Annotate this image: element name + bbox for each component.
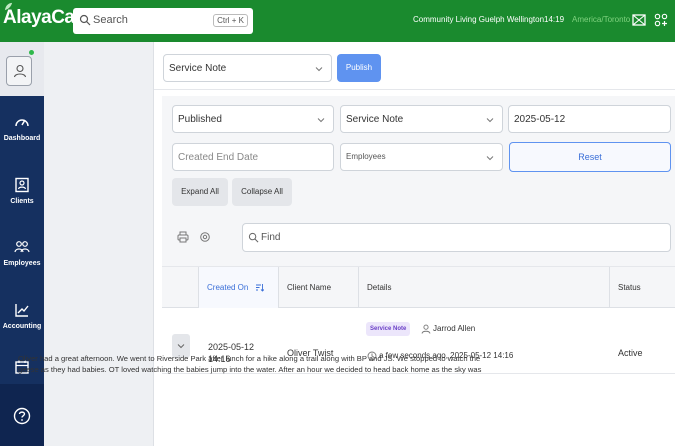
timezone: America/Toronto [572, 15, 631, 24]
settings-icon[interactable] [199, 231, 211, 243]
nav-help[interactable] [0, 384, 44, 446]
nav-employees[interactable]: Employees [0, 239, 44, 295]
current-time: 14:19 [544, 15, 565, 24]
narrative-line: geese as they had babies. OT loved watch… [18, 365, 482, 374]
note-type-badge: Service Note [366, 322, 411, 336]
column-label: Status [618, 283, 641, 292]
collapse-all-button[interactable]: Collapse All [232, 178, 292, 206]
chevron-down-icon [177, 344, 185, 349]
column-label: Client Name [287, 283, 332, 292]
note-toolbar: Service Note Publish [154, 42, 675, 90]
nav-clients[interactable]: Clients [0, 177, 44, 233]
search-shortcut: Ctrl + K [213, 14, 248, 27]
chevron-down-icon [486, 156, 494, 161]
status-filter-select[interactable]: Published [172, 105, 334, 133]
sort-desc-icon [255, 284, 264, 293]
chevron-down-icon [315, 67, 323, 72]
column-created-on[interactable]: Created On [199, 267, 279, 309]
employees-filter-placeholder: Employees [346, 152, 386, 161]
expand-column-header [162, 267, 199, 309]
logo-leaf-icon [4, 2, 13, 11]
filter-panel: Published Service Note 2025-05-12 Create… [162, 96, 675, 266]
column-label: Created On [207, 283, 249, 292]
created-end-date-input[interactable]: Created End Date [172, 143, 334, 171]
nav-label: Clients [10, 198, 34, 205]
secondary-panel [44, 42, 154, 446]
nav-label: Dashboard [3, 135, 41, 142]
table-header: Created On Client Name Details Status [162, 266, 675, 309]
narrative-line: Oliver had a great afternoon. We went to… [18, 354, 481, 363]
note-type-filter-value: Service Note [346, 114, 404, 125]
help-icon [13, 407, 31, 425]
column-client-name[interactable]: Client Name [279, 267, 359, 309]
note-status: Active [618, 348, 643, 358]
search-icon [79, 14, 91, 26]
chevron-down-icon [486, 118, 494, 123]
employees-icon [14, 241, 30, 253]
user-icon [13, 64, 27, 78]
avatar[interactable] [6, 56, 32, 86]
created-start-date-input[interactable]: 2025-05-12 [508, 105, 671, 133]
top-bar: AlayaCare Search Ctrl + K Community Livi… [0, 0, 675, 42]
print-icon[interactable] [177, 231, 189, 243]
note-type-value: Service Note [169, 63, 227, 74]
user-icon [421, 324, 431, 334]
main-content: Service Note Publish Published Service N… [154, 42, 675, 446]
expand-all-button[interactable]: Expand All [172, 178, 228, 206]
created-end-date-placeholder: Created End Date [178, 152, 259, 163]
side-navigation: Dashboard Clients Employees Accounting [0, 42, 44, 446]
mail-icon[interactable] [632, 13, 646, 27]
column-status[interactable]: Status [610, 267, 675, 309]
created-start-date-value: 2025-05-12 [514, 114, 566, 125]
column-details[interactable]: Details [359, 267, 610, 309]
note-author: Jarrod Allen [433, 324, 476, 333]
chevron-down-icon [317, 118, 325, 123]
nav-label: Employees [3, 260, 41, 267]
chart-icon [15, 304, 29, 317]
note-type-filter-select[interactable]: Service Note [340, 105, 503, 133]
find-input[interactable]: Find [242, 223, 671, 252]
search-icon [248, 232, 259, 243]
user-area [0, 42, 44, 96]
employees-filter-select[interactable]: Employees [340, 143, 503, 171]
global-search[interactable]: Search Ctrl + K [73, 8, 253, 34]
publish-button[interactable]: Publish [337, 54, 381, 82]
created-date: 2025-05-12 [208, 342, 255, 352]
note-type-select[interactable]: Service Note [163, 54, 332, 82]
organization-name[interactable]: Community Living Guelph Wellington [413, 15, 544, 24]
online-status-dot [29, 50, 34, 55]
nav-dashboard[interactable]: Dashboard [0, 114, 44, 170]
column-label: Details [367, 283, 392, 292]
client-card-icon [15, 177, 29, 193]
search-label: Search [93, 14, 128, 26]
note-narrative: Oliver had a great afternoon. We went to… [18, 353, 518, 375]
find-placeholder: Find [261, 232, 281, 243]
reset-button[interactable]: Reset [509, 142, 671, 172]
apps-icon[interactable] [654, 13, 668, 27]
nav-label: Accounting [2, 323, 42, 330]
gauge-icon [15, 119, 29, 127]
status-filter-value: Published [178, 114, 222, 125]
